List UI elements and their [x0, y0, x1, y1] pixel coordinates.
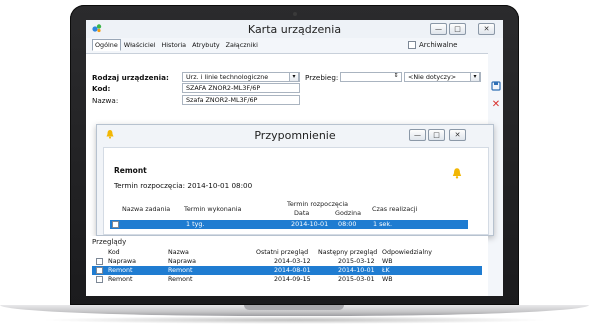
laptop-notch	[244, 305, 344, 310]
cell-last: 2014-08-01	[274, 267, 311, 274]
dialog-maximize-button[interactable]: □	[428, 129, 445, 141]
dialog-body: Remont Termin rozpoczęcia: 2014-10-01 08…	[103, 147, 489, 235]
archive-checkbox[interactable]	[408, 41, 416, 49]
table-row[interactable]: Naprawa Naprawa 2014-03-12 2015-03-12 WB	[92, 257, 482, 266]
mileage-unit-select[interactable]: <Nie dotyczy> ▾	[404, 72, 481, 82]
cell-responsible: WB	[382, 258, 393, 265]
tab-ogolne[interactable]: Ogólne	[92, 39, 121, 51]
device-card-window: Karta urządzenia — □ ✕ Ogólne Właściciel…	[86, 20, 503, 296]
table-row[interactable]: Remont Remont 2014-08-01 2014-10-01 ŁK	[92, 266, 482, 275]
spinner-icon[interactable]: ⇕	[391, 73, 401, 81]
col-task-name: Nazwa zadania	[122, 205, 171, 213]
table-row[interactable]: Remont Remont 2014-09-15 2015-03-01 WB	[92, 275, 482, 284]
chevron-down-icon[interactable]: ▾	[289, 73, 299, 81]
table-row[interactable]: 1 tyg. 2014-10-01 08:00 1 sek.	[110, 220, 468, 229]
reminder-dialog: Przypomnienie — □ ✕ Remont Termin rozpoc…	[96, 124, 494, 236]
camera	[293, 12, 297, 16]
col-due: Termin wykonania	[184, 205, 242, 213]
col-date: Data	[294, 209, 310, 217]
title-bar: Karta urządzenia — □ ✕	[86, 20, 503, 38]
code-label: Kod:	[92, 84, 111, 93]
cell-code: Remont	[108, 276, 133, 283]
col-name: Nazwa	[168, 249, 189, 256]
tab-wlasciciel[interactable]: Właściciel	[121, 39, 159, 51]
save-icon[interactable]	[490, 81, 502, 93]
mileage-unit-value: <Nie dotyczy>	[408, 73, 457, 81]
reminder-heading: Remont	[114, 166, 147, 175]
cell-name: Naprawa	[168, 258, 197, 265]
close-button[interactable]: ✕	[478, 23, 495, 35]
table-header: Kod Nazwa Ostatni przegląd Następny prze…	[92, 248, 482, 257]
device-type-value: Urz. i linie technologiczne	[186, 73, 269, 81]
bell-icon	[452, 168, 462, 179]
dialog-minimize-button[interactable]: —	[409, 129, 426, 141]
cell-next: 2015-03-01	[338, 276, 375, 283]
archive-label: Archiwalne	[419, 41, 458, 49]
col-next: Następny przegląd	[318, 249, 378, 256]
archive-toggle[interactable]: Archiwalne	[408, 41, 457, 49]
name-label: Nazwa:	[92, 96, 119, 105]
inspections-panel: Przeglądy Kod Nazwa Ostatni przegląd Nas…	[86, 236, 488, 296]
minimize-button[interactable]: —	[430, 23, 447, 35]
chevron-down-icon[interactable]: ▾	[470, 73, 480, 81]
cell-next: 2014-10-01	[338, 267, 375, 274]
col-time: Godzina	[335, 209, 362, 217]
cell-last: 2014-03-12	[274, 258, 311, 265]
col-start: Termin rozpoczęcia	[287, 200, 349, 208]
code-input[interactable]: SZAFA ZNOR2-ML3F/6P	[182, 83, 300, 93]
cell-name: Remont	[168, 267, 193, 274]
row-time: 08:00	[338, 220, 357, 228]
row-duration: 1 sek.	[373, 220, 393, 228]
name-input[interactable]: Szafa ZNOR2-ML3F/6P	[182, 95, 300, 105]
tab-atrybuty[interactable]: Atrybuty	[189, 39, 223, 51]
col-last: Ostatni przegląd	[256, 249, 309, 256]
cell-responsible: ŁK	[382, 267, 390, 274]
row-checkbox[interactable]	[96, 258, 103, 265]
tab-strip: Ogólne Właściciel Historia Atrybuty Załą…	[92, 39, 261, 51]
screen: Karta urządzenia — □ ✕ Ogólne Właściciel…	[86, 20, 503, 296]
cell-responsible: WB	[382, 276, 393, 283]
device-type-select[interactable]: Urz. i linie technologiczne ▾	[182, 72, 300, 82]
laptop-shadow	[40, 316, 549, 324]
delete-icon[interactable]: ✕	[490, 99, 502, 111]
row-checkbox[interactable]	[96, 276, 103, 283]
row-date: 2014-10-01	[291, 220, 329, 228]
device-type-label: Rodzaj urządzenia:	[92, 73, 169, 82]
mileage-label: Przebieg:	[305, 73, 339, 82]
maximize-button[interactable]: □	[449, 23, 466, 35]
cell-code: Naprawa	[108, 258, 137, 265]
row-due: 1 tyg.	[186, 220, 205, 228]
reminder-start: Termin rozpoczęcia: 2014-10-01 08:00	[114, 181, 253, 190]
dialog-close-button[interactable]: ✕	[449, 129, 466, 141]
cell-code: Remont	[108, 267, 133, 274]
col-responsible: Odpowiedzialny	[382, 249, 432, 256]
col-code: Kod	[108, 249, 120, 256]
cell-last: 2014-09-15	[274, 276, 311, 283]
mileage-input[interactable]: ⇕	[340, 72, 402, 82]
inspections-title: Przeglądy	[92, 238, 127, 246]
row-checkbox[interactable]	[112, 221, 119, 228]
cell-name: Remont	[168, 276, 193, 283]
cell-next: 2015-03-12	[338, 258, 375, 265]
tab-zalaczniki[interactable]: Załączniki	[223, 39, 261, 51]
tab-historia[interactable]: Historia	[158, 39, 189, 51]
row-checkbox[interactable]	[96, 267, 103, 274]
col-duration: Czas realizacji	[372, 205, 418, 213]
